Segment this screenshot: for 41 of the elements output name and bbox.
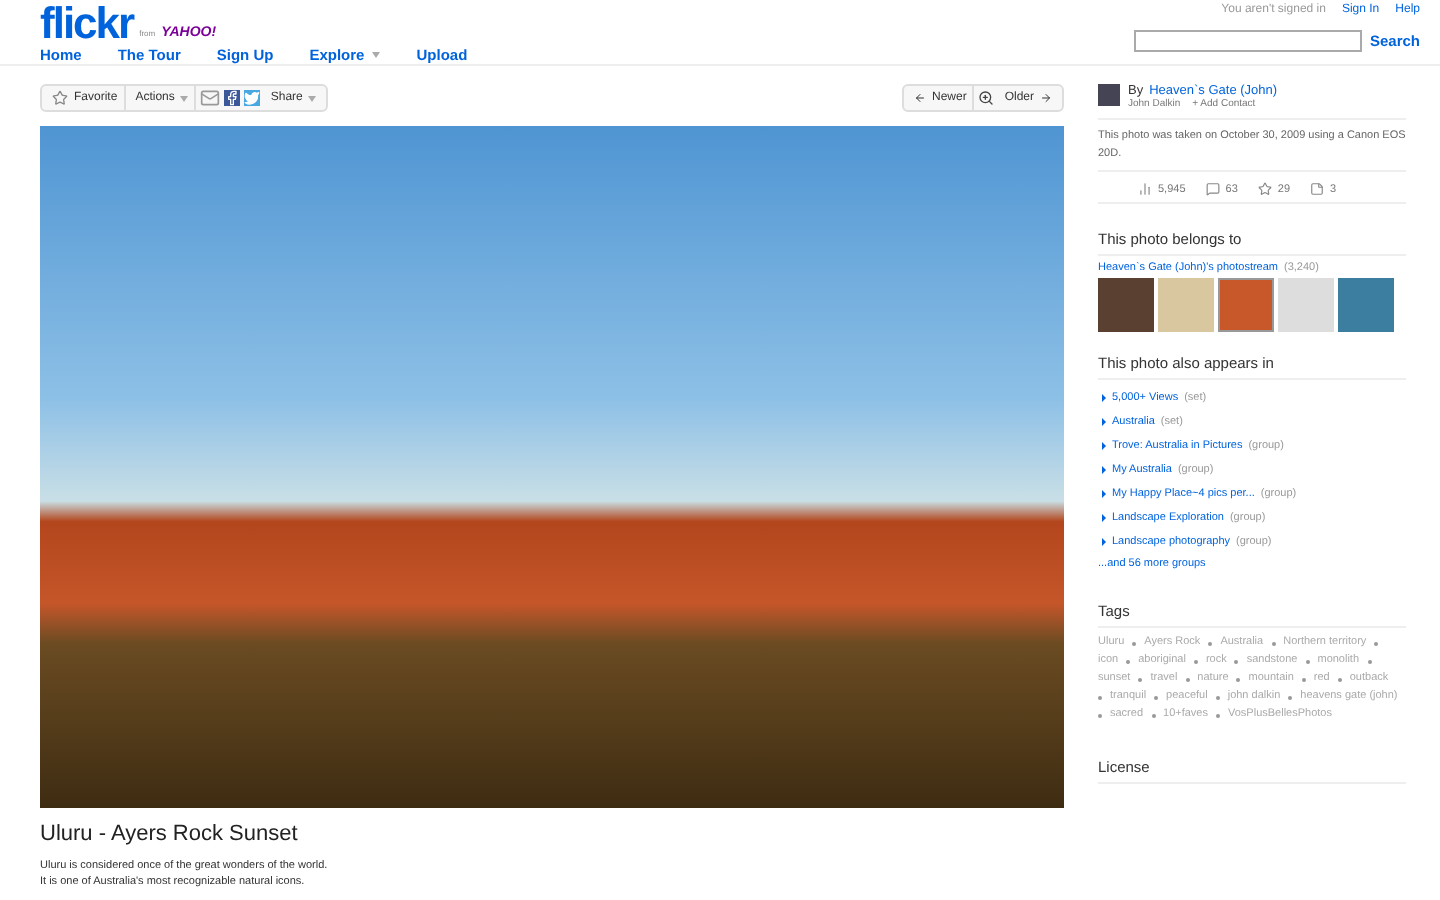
separator-dot (1337, 677, 1342, 681)
separator-dot (1193, 659, 1198, 663)
separator-dot (1132, 641, 1137, 645)
separator-dot (1374, 641, 1379, 645)
thumbnail[interactable] (1338, 278, 1394, 332)
separator-dot (1301, 677, 1306, 681)
star-icon (1257, 182, 1272, 196)
separator-dot (1215, 695, 1220, 699)
separator-dot (1098, 695, 1102, 699)
zoom-icon[interactable] (978, 90, 995, 106)
search-field[interactable] (1133, 30, 1362, 52)
separator-dot (1367, 659, 1372, 663)
separator-dot (1288, 695, 1293, 699)
thumbnail[interactable] (1098, 278, 1154, 332)
flickr-logo[interactable]: flickr (40, 4, 134, 42)
comment-icon (1205, 182, 1220, 196)
separator-dot (1185, 677, 1190, 681)
caret-icon (308, 95, 317, 101)
note-icon (1310, 182, 1325, 196)
separator-dot (1151, 713, 1156, 717)
facebook-icon[interactable] (224, 90, 241, 106)
photo-title: Uluru - Ayers Rock Sunset (40, 822, 300, 846)
separator-dot (1234, 659, 1239, 663)
separator-dot (1216, 713, 1220, 717)
thumbnail[interactable] (1158, 278, 1214, 332)
star-icon (52, 90, 68, 106)
right-arrow-icon (1040, 92, 1052, 104)
caret-icon[interactable] (372, 52, 381, 58)
thumbnail[interactable] (1278, 278, 1334, 332)
separator-dot (1236, 677, 1241, 681)
separator-dot (1208, 641, 1213, 645)
thumbnail[interactable] (1218, 278, 1274, 332)
separator-dot (1138, 677, 1143, 681)
separator-dot (1098, 713, 1102, 717)
caret-icon (180, 95, 189, 101)
separator-dot (1126, 659, 1131, 663)
separator-dot (1271, 641, 1276, 645)
separator-dot (1305, 659, 1310, 663)
views-icon (1138, 182, 1152, 196)
left-arrow-icon (913, 92, 926, 104)
separator-dot (1154, 695, 1159, 699)
